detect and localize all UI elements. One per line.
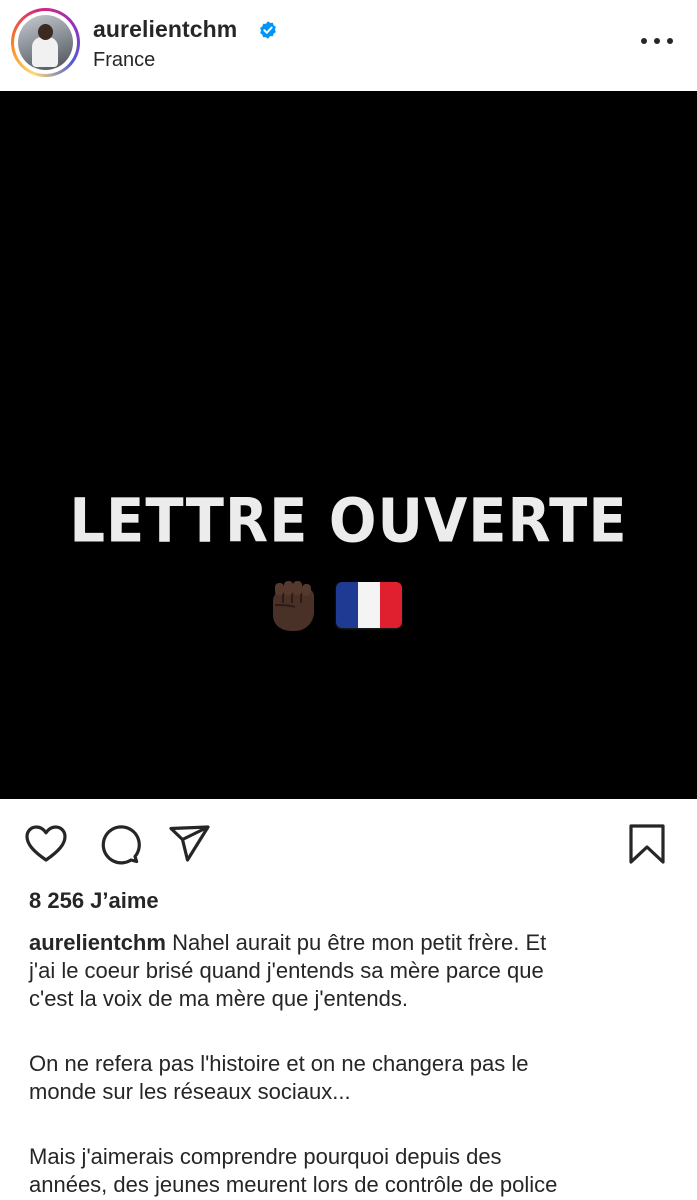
caption-line: Nahel aurait pu être mon petit frère. Et — [172, 930, 547, 955]
caption-line: c'est la voix de ma mère que j'entends. — [29, 986, 408, 1011]
bookmark-icon[interactable] — [625, 823, 669, 865]
caption-line: Mais j'aimerais comprendre pourquoi depu… — [29, 1144, 502, 1169]
caption: aurelientchm Nahel aurait pu être mon pe… — [29, 929, 669, 1013]
avatar[interactable] — [18, 15, 73, 70]
comment-icon[interactable] — [97, 823, 141, 865]
caption-line: On ne refera pas l'histoire et on ne cha… — [29, 1051, 529, 1076]
post-image[interactable]: LETTRE OUVERTE — [0, 91, 697, 799]
image-emojis — [0, 575, 697, 635]
caption-paragraph: On ne refera pas l'histoire et on ne cha… — [29, 1050, 669, 1106]
post-header: aurelientchm France — [0, 0, 697, 91]
caption-username[interactable]: aurelientchm — [29, 930, 166, 955]
username[interactable]: aurelientchm — [93, 16, 237, 43]
send-icon[interactable] — [168, 823, 212, 865]
likes-count[interactable]: 8 256 J’aime — [29, 888, 159, 914]
caption-line: années, des jeunes meurent lors de contr… — [29, 1172, 558, 1197]
more-options-icon[interactable] — [641, 38, 673, 48]
verified-badge-icon — [260, 21, 276, 39]
story-ring[interactable] — [11, 8, 80, 77]
heart-icon[interactable] — [24, 823, 68, 865]
action-bar — [0, 799, 697, 889]
caption-line: j'ai le coeur brisé quand j'entends sa m… — [29, 958, 544, 983]
france-flag-icon — [336, 582, 402, 628]
caption-paragraph: Mais j'aimerais comprendre pourquoi depu… — [29, 1143, 669, 1199]
post-location[interactable]: France — [93, 49, 155, 72]
caption-line: monde sur les réseaux sociaux... — [29, 1079, 351, 1104]
image-title-text: LETTRE OUVERTE — [69, 486, 628, 557]
raised-fist-icon — [273, 581, 314, 631]
